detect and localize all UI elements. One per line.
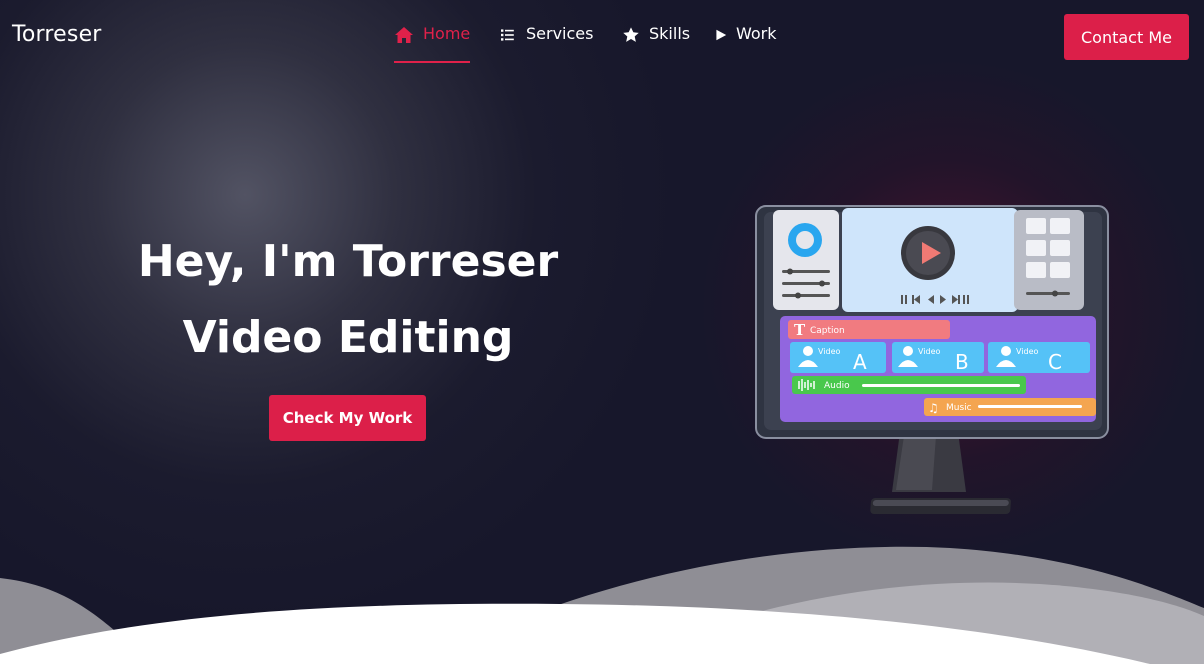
svg-text:B: B bbox=[955, 350, 969, 374]
nav-label-skills: Skills bbox=[649, 24, 691, 43]
video-clip-c bbox=[988, 342, 1090, 373]
video-editing-monitor-illustration: T Caption Video Video Video A B C Audio … bbox=[755, 205, 1109, 514]
list-icon bbox=[501, 29, 514, 41]
nav-item-home[interactable]: Home bbox=[394, 24, 471, 64]
play-icon bbox=[716, 29, 727, 41]
nav-item-skills[interactable]: Skills bbox=[622, 24, 690, 64]
nav-item-work[interactable]: Work bbox=[715, 24, 777, 64]
nav-label-work: Work bbox=[736, 24, 777, 43]
hero-title: Hey, I'm Torreser bbox=[137, 236, 559, 287]
star-icon bbox=[623, 27, 639, 42]
home-icon bbox=[395, 27, 413, 43]
svg-text:Video: Video bbox=[918, 347, 941, 356]
nav-label-home: Home bbox=[423, 24, 471, 43]
svg-text:C: C bbox=[1048, 350, 1062, 374]
svg-text:Video: Video bbox=[1016, 347, 1039, 356]
svg-text:Audio: Audio bbox=[824, 381, 850, 391]
nav-label-services: Services bbox=[526, 24, 594, 43]
svg-text:Caption: Caption bbox=[810, 326, 845, 336]
contact-button[interactable]: Contact Me bbox=[1064, 14, 1189, 60]
hero-subtitle: Video Editing bbox=[182, 312, 514, 363]
svg-text:T: T bbox=[794, 321, 806, 339]
site-logo[interactable]: Torreser bbox=[12, 22, 102, 47]
check-my-work-button[interactable]: Check My Work bbox=[269, 395, 426, 441]
nav-item-services[interactable]: Services bbox=[501, 24, 593, 64]
svg-text:Video: Video bbox=[818, 347, 841, 356]
svg-text:A: A bbox=[853, 350, 867, 374]
svg-text:♫: ♫ bbox=[928, 401, 939, 415]
svg-text:Music: Music bbox=[946, 403, 972, 413]
decorative-waves bbox=[0, 546, 1204, 664]
